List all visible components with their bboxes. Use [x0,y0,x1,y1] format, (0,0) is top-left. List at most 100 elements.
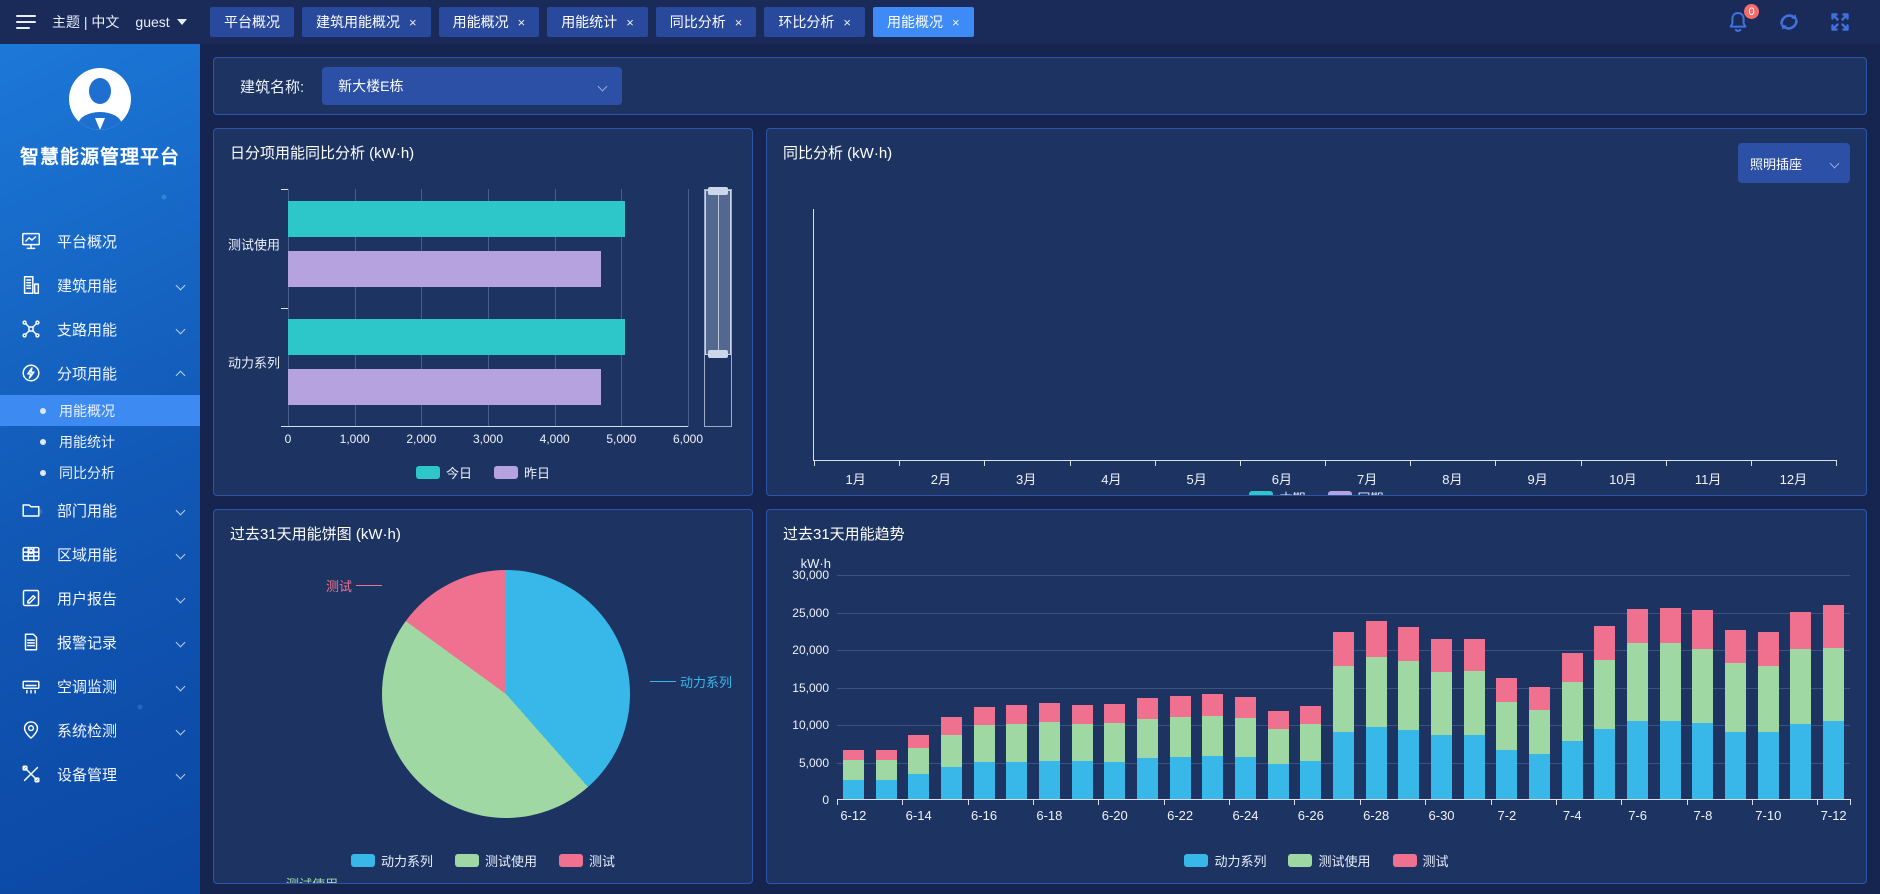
legend-label: 测试 [1423,851,1449,870]
bar-segment-测试使用 [1464,671,1485,736]
tab-平台概况[interactable]: 平台概况 [210,7,294,37]
sidebar-item-平台概况[interactable]: 平台概况 [0,219,200,263]
bar-segment-测试 [908,735,929,748]
x-tick-label: 6-16 [971,808,997,823]
bar-segment-测试使用 [1758,666,1779,733]
tab-close-icon[interactable]: × [409,16,417,29]
sidebar-item-label: 部门用能 [57,500,117,521]
tab-用能统计[interactable]: 用能统计× [547,7,648,37]
y-tick-label: 30,000 [792,568,829,582]
x-tick-label: 1,000 [340,432,370,446]
sidebar-item-空调监测[interactable]: 空调监测 [0,664,200,708]
bar-segment-测试 [1594,626,1615,660]
bullet-icon [40,439,46,445]
x-tick-label: 6-30 [1429,808,1455,823]
x-tick-label: 11月 [1666,469,1751,488]
legend-item-本期[interactable]: 本期 [1249,488,1305,496]
tab-close-icon[interactable]: × [518,16,526,29]
sidebar-item-系统检测[interactable]: 系统检测 [0,708,200,752]
x-axis-tick [984,460,985,466]
tab-环比分析[interactable]: 环比分析× [764,7,865,37]
bar-segment-动力系列 [1366,727,1387,799]
main-content: 建筑名称: 新大楼E栋 日分项用能同比分析 (kW·h) 测试使用动力系列 01… [200,44,1880,894]
legend-swatch [455,854,479,867]
hamburger-icon[interactable] [16,11,36,33]
sidebar-item-支路用能[interactable]: 支路用能 [0,307,200,351]
bar-6-14 [902,575,935,799]
y-tick-label: 10,000 [792,718,829,732]
x-axis-tick [1751,460,1752,466]
legend-item-动力系列[interactable]: 动力系列 [1184,851,1266,870]
legend-item-今日[interactable]: 今日 [416,463,472,482]
sidebar-item-分项用能[interactable]: 分项用能 [0,351,200,395]
legend-item-测试[interactable]: 测试 [1393,851,1449,870]
pie-label-测试: 测试 [326,576,382,595]
sidebar-item-建筑用能[interactable]: 建筑用能 [0,263,200,307]
sidebar-item-区域用能[interactable]: 区域用能 [0,532,200,576]
chevron-down-icon [176,769,186,779]
datazoom-slider[interactable] [704,189,732,427]
bar-动力系列-昨日 [288,369,601,405]
legend-item-测试使用[interactable]: 测试使用 [455,851,537,870]
legend-label: 同期 [1358,488,1384,496]
sidebar-item-设备管理[interactable]: 设备管理 [0,752,200,796]
legend-item-测试使用[interactable]: 测试使用 [1288,851,1370,870]
topbar-icons: 0 [1710,10,1880,34]
bar-segment-动力系列 [1398,730,1419,799]
sidebar-item-报警记录[interactable]: 报警记录 [0,620,200,664]
sidebar-item-label: 设备管理 [57,764,117,785]
legend-item-动力系列[interactable]: 动力系列 [351,851,433,870]
bar-segment-测试使用 [1235,718,1256,758]
bar-动力系列-今日 [288,319,625,355]
legend-item-同期[interactable]: 同期 [1328,488,1384,496]
bar-7-4 [1556,575,1589,799]
x-tick-label: 5,000 [606,432,636,446]
notification-bell-icon[interactable]: 0 [1726,10,1750,34]
bar-segment-测试 [1431,639,1452,672]
sidebar-subitem-用能统计[interactable]: 用能统计 [0,426,200,457]
tab-close-icon[interactable]: × [626,16,634,29]
datazoom-handle-top[interactable] [708,187,728,195]
chevron-down-icon [176,549,186,559]
legend-item-昨日[interactable]: 昨日 [494,463,550,482]
y-tick-label: 5,000 [799,756,829,770]
x-tick-label: 12月 [1751,469,1836,488]
bar-7-9 [1719,575,1752,799]
datazoom-selection[interactable] [705,190,731,355]
bar-segment-动力系列 [1464,735,1485,799]
category-dropdown[interactable]: 照明插座 [1738,143,1850,183]
sidebar-subitem-同比分析[interactable]: 同比分析 [0,457,200,488]
fullscreen-icon[interactable] [1828,10,1852,34]
theme-language-switch[interactable]: 主题 | 中文 [52,12,119,32]
sidebar-item-部门用能[interactable]: 部门用能 [0,488,200,532]
sidebar-subitem-用能概况[interactable]: 用能概况 [0,395,200,426]
sidebar-subitem-label: 用能统计 [59,432,115,452]
refresh-icon[interactable] [1776,10,1802,34]
legend-item-测试[interactable]: 测试 [559,851,615,870]
tab-close-icon[interactable]: × [952,16,960,29]
x-tick-label: 7-12 [1821,808,1847,823]
x-axis-tick [1155,460,1156,466]
tab-close-icon[interactable]: × [735,16,743,29]
sidebar-item-label: 报警记录 [57,632,117,653]
tab-建筑用能概况[interactable]: 建筑用能概况× [302,7,431,37]
user-menu[interactable]: guest [135,14,186,30]
panel-daily-item-comparison: 日分项用能同比分析 (kW·h) 测试使用动力系列 01,0002,0003,0… [213,128,753,496]
bar-7-12 [1817,575,1850,799]
datazoom-handle-bottom[interactable] [708,350,728,358]
tab-close-icon[interactable]: × [843,16,851,29]
sidebar-item-label: 区域用能 [57,544,117,565]
tab-用能概况[interactable]: 用能概况× [439,7,540,37]
bar-6-24 [1229,575,1262,799]
legend-swatch [1328,491,1352,496]
bar-segment-测试 [1268,711,1289,728]
y-axis-tick [281,308,288,309]
tab-同比分析[interactable]: 同比分析× [656,7,757,37]
bar-segment-测试 [1398,627,1419,662]
bar-segment-测试使用 [1431,672,1452,735]
tab-用能概况[interactable]: 用能概况× [873,7,974,37]
avatar[interactable] [69,68,131,130]
x-tick-label: 7-8 [1694,808,1713,823]
sidebar-item-用户报告[interactable]: 用户报告 [0,576,200,620]
building-select[interactable]: 新大楼E栋 [322,67,622,105]
